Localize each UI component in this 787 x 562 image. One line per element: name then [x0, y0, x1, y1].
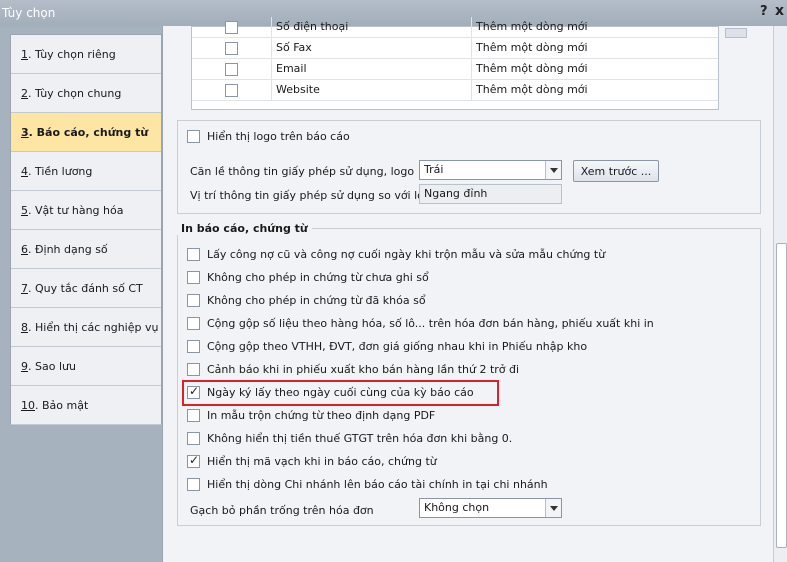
grid-name-cell: Số Fax — [272, 38, 472, 59]
row-checkbox[interactable] — [225, 63, 238, 76]
sidebar-item-label: Tùy chọn chung — [35, 86, 122, 100]
sidebar-item-bao-cao[interactable]: 3. Báo cáo, chứng từ — [11, 113, 161, 152]
show-logo-checkbox[interactable] — [187, 130, 200, 143]
option-checkbox[interactable] — [187, 453, 200, 468]
grid-add-cell[interactable]: Thêm một dòng mới — [472, 59, 718, 80]
options-content: Số điện thoại Thêm một dòng mới Số Fax T… — [162, 17, 787, 562]
help-icon[interactable]: ? — [760, 4, 768, 19]
option-label: Hiển thị mã vạch khi in báo cáo, chứng t… — [207, 455, 437, 468]
chevron-down-icon[interactable] — [545, 161, 561, 179]
option-label: In mẫu trộn chứng từ theo định dạng PDF — [207, 409, 436, 422]
sidebar-item-label: Sao lưu — [35, 359, 76, 373]
sidebar-item-number: 8 — [21, 320, 28, 334]
option-checkbox[interactable] — [187, 432, 200, 445]
sidebar-item-number: 7 — [21, 281, 28, 295]
sidebar-item-label: Tiền lương — [35, 164, 93, 178]
grid-check-cell — [192, 59, 272, 80]
grid-check-cell — [192, 80, 272, 101]
grid-check-cell — [192, 38, 272, 59]
sidebar-item-label: Bảo mật — [42, 398, 89, 412]
sidebar-item-label: Vật tư hàng hóa — [35, 203, 124, 217]
window-title: Tùy chọn — [2, 6, 56, 20]
option-checkbox[interactable] — [187, 478, 200, 491]
table-row[interactable]: Website Thêm một dòng mới — [192, 80, 718, 101]
sidebar-item-chung[interactable]: 2. Tùy chọn chung — [11, 74, 161, 113]
align-value: Trái — [424, 163, 444, 176]
strike-label: Gạch bỏ phần trống trên hóa đơn — [190, 504, 374, 517]
grid-add-cell[interactable]: Thêm một dòng mới — [472, 80, 718, 101]
sidebar-item-number: 5 — [21, 203, 28, 217]
content-scroll-area: Số điện thoại Thêm một dòng mới Số Fax T… — [163, 17, 773, 562]
show-logo-label: Hiển thị logo trên báo cáo — [207, 130, 350, 143]
sidebar-item-label: Báo cáo, chứng từ — [36, 125, 149, 139]
grid-name-cell: Số điện thoại — [272, 17, 472, 38]
grid-add-cell[interactable]: Thêm một dòng mới — [472, 17, 718, 38]
option-checkbox[interactable] — [187, 409, 200, 422]
sidebar-item-number: 6 — [21, 242, 28, 256]
align-dropdown[interactable]: Trái — [419, 160, 562, 180]
table-row[interactable]: Email Thêm một dòng mới — [192, 59, 718, 80]
option-label: Không cho phép in chứng từ chưa ghi sổ — [207, 271, 429, 284]
vertical-scrollbar[interactable] — [773, 26, 787, 562]
table-row[interactable]: Số Fax Thêm một dòng mới — [192, 38, 718, 59]
sidebar-item-number: 1 — [21, 47, 28, 61]
sidebar-item-label: Quy tắc đánh số CT — [35, 281, 143, 295]
sidebar-item-quy-tac[interactable]: 7. Quy tắc đánh số CT — [11, 269, 161, 308]
option-label: Cộng gộp số liệu theo hàng hóa, số lô...… — [207, 317, 654, 330]
sidebar-item-number: 10 — [21, 398, 35, 412]
option-label: Cảnh báo khi in phiếu xuất kho bán hàng … — [207, 363, 520, 376]
sidebar-item-label: Tùy chọn riêng — [35, 47, 116, 61]
option-label: Cộng gộp theo VTHH, ĐVT, đơn giá giống n… — [207, 340, 588, 353]
row-checkbox[interactable] — [225, 42, 238, 55]
contact-info-grid: Số điện thoại Thêm một dòng mới Số Fax T… — [191, 17, 719, 110]
scrollbar-thumb[interactable] — [776, 243, 787, 548]
position-field: Ngang đỉnh — [419, 184, 562, 204]
option-checkbox[interactable] — [187, 340, 200, 353]
table-row[interactable]: Số điện thoại Thêm một dòng mới — [192, 17, 718, 38]
highlight-box — [182, 380, 499, 406]
option-label: Lấy công nợ cũ và công nợ cuối ngày khi … — [207, 248, 606, 261]
sidebar-item-nghiep-vu[interactable]: 8. Hiển thị các nghiệp vụ — [11, 308, 161, 347]
option-checkbox[interactable] — [187, 271, 200, 284]
option-checkbox[interactable] — [187, 363, 200, 376]
sidebar-item-number: 3 — [21, 125, 29, 139]
sidebar-item-dinh-dang-so[interactable]: 6. Định dạng số — [11, 230, 161, 269]
sidebar-item-label: Định dạng số — [35, 242, 108, 256]
row-checkbox[interactable] — [225, 21, 238, 34]
sidebar-item-vat-tu[interactable]: 5. Vật tư hàng hóa — [11, 191, 161, 230]
option-label: Không cho phép in chứng từ đã khóa sổ — [207, 294, 426, 307]
grid-check-cell — [192, 17, 272, 38]
option-label: Không hiển thị tiền thuế GTGT trên hóa đ… — [207, 432, 513, 445]
position-label: Vị trí thông tin giấy phép sử dụng so vớ… — [190, 189, 438, 202]
strike-value: Không chọn — [424, 501, 490, 514]
strike-dropdown[interactable]: Không chọn — [419, 498, 562, 518]
grid-side-button[interactable] — [725, 28, 747, 38]
option-checkbox[interactable] — [187, 294, 200, 307]
sidebar-item-bao-mat[interactable]: 10. Bảo mật — [11, 386, 161, 425]
sidebar-item-number: 4 — [21, 164, 28, 178]
sidebar-item-sao-luu[interactable]: 9. Sao lưu — [11, 347, 161, 386]
grid-name-cell: Email — [272, 59, 472, 80]
grid-add-cell[interactable]: Thêm một dòng mới — [472, 38, 718, 59]
print-section-title: In báo cáo, chứng từ — [177, 222, 312, 235]
grid-name-cell: Website — [272, 80, 472, 101]
option-checkbox[interactable] — [187, 248, 200, 261]
align-label: Căn lề thông tin giấy phép sử dụng, logo — [190, 165, 415, 178]
sidebar-item-tien-luong[interactable]: 4. Tiền lương — [11, 152, 161, 191]
option-label: Hiển thị dòng Chi nhánh lên báo cáo tài … — [207, 478, 548, 491]
close-icon[interactable]: x — [775, 3, 784, 19]
options-sidebar: 1. Tùy chọn riêng 2. Tùy chọn chung 3. B… — [10, 34, 162, 425]
sidebar-item-number: 2 — [21, 86, 28, 100]
preview-button[interactable]: Xem trước ... — [573, 160, 659, 182]
chevron-down-icon[interactable] — [545, 499, 561, 517]
sidebar-item-rieng[interactable]: 1. Tùy chọn riêng — [11, 35, 161, 74]
sidebar-item-label: Hiển thị các nghiệp vụ — [35, 320, 159, 334]
option-checkbox[interactable] — [187, 317, 200, 330]
sidebar-item-number: 9 — [21, 359, 28, 373]
row-checkbox[interactable] — [225, 84, 238, 97]
